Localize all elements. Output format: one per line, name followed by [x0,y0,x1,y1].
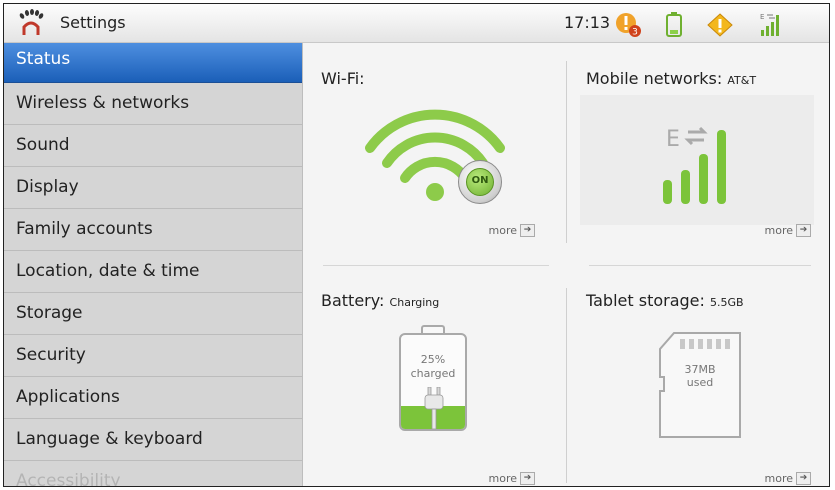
wifi-toggle-label: ON [471,175,489,186]
plug-icon [424,387,444,429]
svg-text:E: E [760,13,764,21]
clock-time: 17:13 [564,13,611,32]
sidebar-item-location-date-time[interactable]: Location, date & time [4,251,302,293]
sidebar-item-label: Wireless & networks [16,93,190,113]
more-label: more [488,471,518,485]
battery-more-link[interactable]: more ➔ [488,471,535,485]
sidebar-item-label: Storage [16,303,83,323]
mobile-more-link[interactable]: more ➔ [764,223,811,237]
device-screen: Settings 17:13 3 E Status Wireless & net… [3,3,830,487]
wifi-panel[interactable]: Wi-Fi: ON more ➔ [303,43,553,243]
arrow-right-icon: ➔ [520,472,535,485]
signal-edge-icon: E [760,13,779,36]
battery-state: Charging [389,296,440,309]
tablet-storage-label: Tablet storage: [586,291,705,310]
battery-title: Battery: Charging [321,291,439,310]
horizontal-divider [323,265,549,266]
arrow-right-icon: ➔ [520,224,535,237]
sidebar-item-storage[interactable]: Storage [4,293,302,335]
vertical-divider [566,288,567,483]
sidebar-item-accessibility[interactable]: Accessibility [4,461,302,487]
battery-label: Battery: [321,291,385,310]
sidebar-item-label: Location, date & time [16,261,200,281]
sidebar-item-label: Display [16,177,79,197]
battery-percent: 25% [420,353,446,366]
app-title: Settings [60,13,126,32]
status-overview: Wi-Fi: ON more➔ Mobile networks: AT&T E [303,43,829,486]
carrier-name: AT&T [727,74,757,87]
wifi-on-toggle[interactable]: ON [458,160,502,204]
sidebar-item-wireless-networks[interactable]: Wireless & networks [4,83,302,125]
storage-more-link[interactable]: more ➔ [764,471,811,485]
storage-capacity: 5.5GB [710,296,744,309]
wifi-more-link[interactable]: more ➔ [488,223,535,237]
sidebar-item-label: Status [16,49,71,69]
sidebar-item-display[interactable]: Display [4,167,302,209]
sidebar-item-label: Language & keyboard [16,429,203,449]
mobile-networks-title: Mobile networks: AT&T [586,69,756,88]
mobile-networks-panel[interactable]: Mobile networks: AT&T E more ➔ [568,43,829,243]
tablet-storage-title: Tablet storage: 5.5GB [586,291,744,310]
sidebar-item-language-keyboard[interactable]: Language & keyboard [4,419,302,461]
sidebar-item-label: Security [16,345,86,365]
sidebar-item-label: Accessibility [16,471,121,487]
battery-icon [666,12,682,37]
more-label: more [764,223,794,237]
sidebar-item-applications[interactable]: Applications [4,377,302,419]
tablet-storage-panel[interactable]: Tablet storage: 5.5GB 37MB used more ➔ [568,283,829,485]
more-label: more [764,471,794,485]
wifi-title: Wi-Fi: [321,69,365,88]
sidebar-item-label: Applications [16,387,120,407]
network-type-label: E [666,127,680,152]
cellular-signal-icon: E [663,126,726,204]
status-bar: Settings 17:13 3 E [4,4,829,43]
storage-used: 37MB [684,363,716,376]
mobile-networks-label: Mobile networks: [586,69,723,88]
horizontal-divider [589,265,811,266]
more-label: more [488,223,518,237]
sidebar-item-family-accounts[interactable]: Family accounts [4,209,302,251]
warning-icon[interactable] [706,11,734,37]
sidebar-item-label: Sound [16,135,70,155]
battery-graphic: 25% charged [399,325,469,433]
battery-panel[interactable]: Battery: Charging 25% charged more ➔ [303,283,553,485]
arrow-right-icon: ➔ [796,224,811,237]
sidebar-item-status[interactable]: Status [4,43,302,83]
sidebar-item-label: Family accounts [16,219,153,239]
alert-notification-icon[interactable]: 3 [614,11,642,37]
notification-count: 3 [632,28,638,38]
storage-used-label: used [686,376,714,389]
settings-sidebar: Status Wireless & networks Sound Display… [4,43,303,487]
arrow-right-icon: ➔ [796,472,811,485]
battery-percent-label: charged [410,367,456,380]
app-logo-icon[interactable] [18,9,44,37]
sidebar-item-sound[interactable]: Sound [4,125,302,167]
vertical-divider [566,61,567,243]
sidebar-item-security[interactable]: Security [4,335,302,377]
